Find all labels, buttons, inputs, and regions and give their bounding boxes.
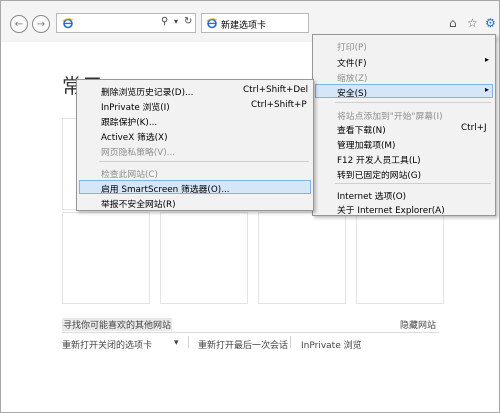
reopen-closed-tabs-link[interactable]: 重新打开关闭的选项卡 bbox=[62, 338, 152, 351]
refresh-icon[interactable]: ↻ bbox=[184, 16, 192, 27]
submenu-arrow-icon: ▸ bbox=[485, 55, 490, 64]
back-button[interactable]: ← bbox=[10, 15, 28, 33]
discover-sites-link[interactable]: 寻找你可能喜欢的其他网站 bbox=[62, 318, 173, 331]
ie-logo-icon bbox=[206, 18, 218, 29]
menu-item-report-unsafe[interactable]: 举报不安全网站(R) bbox=[79, 195, 311, 210]
submenu-arrow-icon: ▸ bbox=[485, 85, 490, 94]
favorites-star-icon[interactable]: ☆ bbox=[467, 16, 478, 30]
menu-item-internet-options[interactable]: Internet 选项(O) bbox=[315, 187, 493, 202]
frequent-site-tile[interactable] bbox=[62, 212, 150, 304]
forward-button[interactable]: → bbox=[32, 15, 50, 33]
menu-item-activex-filtering[interactable]: ActiveX 筛选(X) bbox=[79, 128, 311, 143]
separator bbox=[290, 336, 291, 348]
frequent-site-tile[interactable] bbox=[160, 212, 248, 304]
menu-separator bbox=[335, 102, 491, 103]
separator bbox=[188, 336, 189, 348]
menu-item-file[interactable]: 文件(F) ▸ bbox=[315, 54, 493, 69]
menu-separator bbox=[99, 161, 309, 162]
menu-item-view-downloads[interactable]: 查看下载(N) Ctrl+J bbox=[315, 121, 493, 136]
menu-item-privacy-policy[interactable]: 网页隐私策略(V)... bbox=[79, 143, 311, 158]
menu-item-f12-devtools[interactable]: F12 开发人员工具(L) bbox=[315, 151, 493, 166]
home-icon[interactable]: ⌂ bbox=[449, 16, 457, 30]
address-dropdown-icon[interactable]: ▾ bbox=[174, 17, 178, 26]
back-arrow-icon: ← bbox=[14, 18, 24, 30]
menu-item-delete-history[interactable]: 删除浏览历史记录(D)... Ctrl+Shift+Del bbox=[79, 83, 311, 98]
ie-logo-icon bbox=[62, 18, 74, 29]
menu-item-check-website[interactable]: 检查此网站(C) bbox=[79, 165, 311, 180]
hide-sites-link[interactable]: 隐藏网站 bbox=[400, 318, 436, 331]
frequent-site-tile[interactable] bbox=[258, 212, 346, 304]
divider bbox=[62, 332, 439, 333]
safety-submenu: 删除浏览历史记录(D)... Ctrl+Shift+Del InPrivate … bbox=[76, 79, 314, 211]
menu-item-manage-addons[interactable]: 管理加载项(M) bbox=[315, 136, 493, 151]
reopen-last-session-link[interactable]: 重新打开最后一次会话 bbox=[198, 338, 288, 351]
tools-gear-icon[interactable]: ⚙ bbox=[485, 16, 496, 30]
forward-arrow-icon: → bbox=[36, 18, 46, 30]
menu-item-smartscreen[interactable]: 启用 SmartScreen 筛选器(O)... bbox=[79, 180, 311, 195]
tab-label: 新建选项卡 bbox=[221, 21, 267, 31]
menu-item-add-to-start[interactable]: 将站点添加到"开始"屏幕(I) bbox=[315, 107, 493, 122]
menu-item-pinned-sites[interactable]: 转到已固定的网站(G) bbox=[315, 166, 493, 181]
menu-item-safety[interactable]: 安全(S) ▸ bbox=[315, 84, 493, 99]
inprivate-browsing-link[interactable]: InPrivate 浏览 bbox=[301, 338, 362, 351]
menu-item-tracking-protection[interactable]: 跟踪保护(K)... bbox=[79, 113, 311, 128]
tab-new-tab[interactable]: 新建选项卡 bbox=[201, 13, 309, 33]
menu-item-zoom[interactable]: 缩放(Z) bbox=[315, 69, 493, 84]
frequent-site-tile[interactable] bbox=[356, 212, 444, 304]
tools-menu: 打印(P) 文件(F) ▸ 缩放(Z) 安全(S) ▸ 将站点添加到"开始"屏幕… bbox=[312, 34, 496, 216]
address-bar[interactable]: ⚲ ▾ ↻ bbox=[56, 13, 196, 33]
menu-item-print[interactable]: 打印(P) bbox=[315, 38, 493, 53]
reopen-closed-tabs-dropdown-icon[interactable]: ▾ bbox=[174, 338, 179, 348]
menu-item-about-ie[interactable]: 关于 Internet Explorer(A) bbox=[315, 201, 493, 216]
menu-item-inprivate[interactable]: InPrivate 浏览(I) Ctrl+Shift+P bbox=[79, 98, 311, 113]
menu-separator bbox=[335, 183, 491, 184]
search-icon[interactable]: ⚲ bbox=[161, 16, 168, 27]
